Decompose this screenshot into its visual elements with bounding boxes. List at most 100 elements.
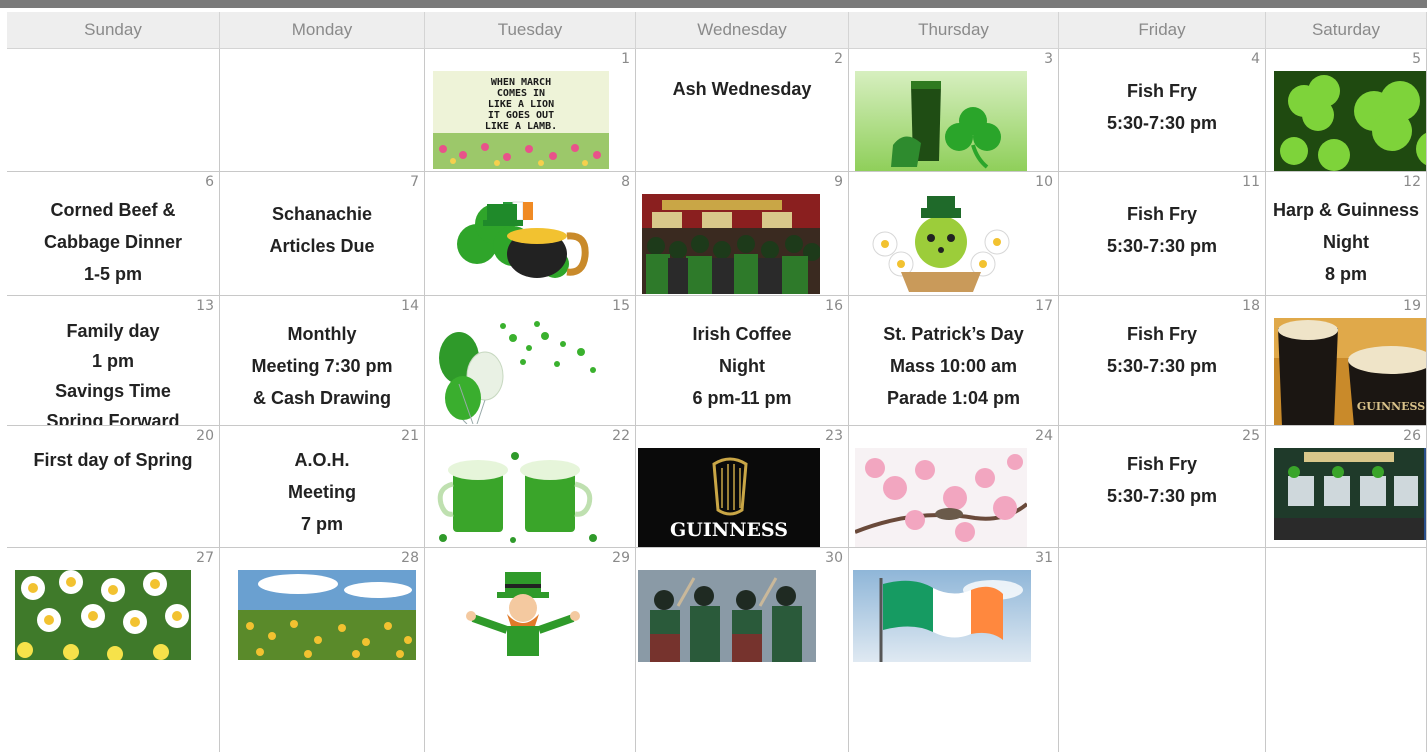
day-number: 27: [196, 550, 214, 566]
day-cell-9[interactable]: 9: [636, 172, 849, 296]
day-cell-12[interactable]: 12 Harp & Guinness Night 8 pm: [1266, 172, 1427, 296]
leprechaun-image: [463, 570, 583, 662]
event-st-patricks-day: St. Patrick’s Day Mass 10:00 am Parade 1…: [849, 318, 1058, 414]
day-cell-empty: [1266, 548, 1427, 752]
day-cell-11[interactable]: 11 Fish Fry 5:30-7:30 pm: [1059, 172, 1266, 296]
day-number: 29: [612, 550, 630, 566]
event-monthly-meeting: Monthly Meeting 7:30 pm & Cash Drawing: [220, 318, 424, 414]
poster-line-1: WHEN MARCH: [491, 77, 551, 88]
day-number: 28: [401, 550, 419, 566]
daffodils-image: [15, 570, 191, 660]
temple-bar-crowd-image: [642, 194, 820, 294]
event-corned-beef-dinner: Corned Beef & Cabbage Dinner 1-5 pm: [7, 194, 219, 290]
day-cell-15[interactable]: 15: [425, 296, 636, 426]
day-number: 9: [834, 174, 843, 190]
day-cell-4[interactable]: 4 Fish Fry 5:30-7:30 pm: [1059, 49, 1266, 172]
event-line: Savings Time: [55, 381, 171, 401]
day-cell-16[interactable]: 16 Irish Coffee Night 6 pm-11 pm: [636, 296, 849, 426]
day-cell-26[interactable]: 26: [1266, 426, 1427, 548]
day-cell-31[interactable]: 31: [849, 548, 1059, 752]
day-number: 7: [410, 174, 419, 190]
event-line: Articles Due: [269, 236, 375, 256]
day-number: 5: [1412, 51, 1421, 67]
day-number: 10: [1035, 174, 1053, 190]
day-cell-17[interactable]: 17 St. Patrick’s Day Mass 10:00 am Parad…: [849, 296, 1059, 426]
day-number: 21: [401, 428, 419, 444]
event-fish-fry: Fish Fry 5:30-7:30 pm: [1059, 318, 1265, 382]
event-line: 1 pm: [91, 351, 134, 371]
day-cell-1[interactable]: 1 WHEN MARCH COMES IN LIKE A LION IT GOE…: [425, 49, 636, 172]
event-line: 5:30-7:30 pm: [1106, 356, 1218, 376]
event-line: Fish Fry: [1126, 454, 1197, 474]
guinness-brand-text: GUINNESS: [670, 519, 788, 541]
day-cell-30[interactable]: 30: [636, 548, 849, 752]
event-line: 6 pm-11 pm: [692, 388, 792, 408]
poster-line-5: LIKE A LAMB.: [485, 121, 557, 132]
event-line: Schanachie: [271, 204, 373, 224]
event-line: A.O.H.: [294, 450, 350, 470]
day-number: 17: [1035, 298, 1053, 314]
event-line: Ash Wednesday: [672, 79, 812, 99]
poster-line-3: LIKE A LION: [488, 99, 554, 110]
event-line: Irish Coffee: [692, 324, 792, 344]
header-monday: Monday: [220, 12, 425, 49]
header-tuesday: Tuesday: [425, 12, 636, 49]
day-cell-5[interactable]: 5: [1266, 49, 1427, 172]
day-cell-22[interactable]: 22: [425, 426, 636, 548]
event-harp-guinness-night: Harp & Guinness Night 8 pm: [1266, 194, 1426, 290]
event-line: Meeting: [287, 482, 356, 502]
day-cell-empty: [1059, 548, 1266, 752]
day-cell-28[interactable]: 28: [220, 548, 425, 752]
event-line: Fish Fry: [1126, 324, 1197, 344]
day-cell-18[interactable]: 18 Fish Fry 5:30-7:30 pm: [1059, 296, 1266, 426]
top-border: [0, 0, 1427, 8]
day-number: 26: [1403, 428, 1421, 444]
day-number: 25: [1242, 428, 1260, 444]
guinness-logo-image: GUINNESS: [638, 448, 820, 547]
event-line: & Cash Drawing: [252, 388, 392, 408]
day-cell-10[interactable]: 10: [849, 172, 1059, 296]
day-number: 16: [825, 298, 843, 314]
day-cell-25[interactable]: 25 Fish Fry 5:30-7:30 pm: [1059, 426, 1266, 548]
pot-of-gold-shamrock-image: [447, 194, 597, 292]
event-first-day-of-spring: First day of Spring: [7, 444, 219, 476]
day-cell-7[interactable]: 7 Schanachie Articles Due: [220, 172, 425, 296]
march-lion-lamb-image: WHEN MARCH COMES IN LIKE A LION IT GOES …: [433, 71, 609, 169]
day-cell-23[interactable]: 23 GUINNESS: [636, 426, 849, 548]
day-cell-2[interactable]: 2 Ash Wednesday: [636, 49, 849, 172]
poster-line-2: COMES IN: [497, 88, 545, 99]
header-saturday: Saturday: [1266, 12, 1427, 49]
day-cell-21[interactable]: 21 A.O.H. Meeting 7 pm: [220, 426, 425, 548]
day-cell-13[interactable]: 13 Family day 1 pm Savings Time Spring F…: [7, 296, 220, 426]
event-line: 1-5 pm: [83, 264, 143, 284]
flower-basket-image: [855, 194, 1027, 292]
cherry-blossom-image: [855, 448, 1027, 547]
day-cell-19[interactable]: 19 GUINNESS: [1266, 296, 1427, 426]
event-fish-fry: Fish Fry 5:30-7:30 pm: [1059, 198, 1265, 262]
day-cell-27[interactable]: 27: [7, 548, 220, 752]
day-cell-14[interactable]: 14 Monthly Meeting 7:30 pm & Cash Drawin…: [220, 296, 425, 426]
event-fish-fry: Fish Fry 5:30-7:30 pm: [1059, 448, 1265, 512]
day-number: 13: [196, 298, 214, 314]
day-cell-6[interactable]: 6 Corned Beef & Cabbage Dinner 1-5 pm: [7, 172, 220, 296]
event-line: Mass 10:00 am: [889, 356, 1018, 376]
clover-field-image: [1274, 71, 1426, 171]
header-sunday: Sunday: [7, 12, 220, 49]
day-cell-empty: [220, 49, 425, 172]
header-thursday: Thursday: [849, 12, 1059, 49]
event-line: First day of Spring: [33, 450, 193, 470]
day-cell-20[interactable]: 20 First day of Spring: [7, 426, 220, 548]
day-cell-empty: [7, 49, 220, 172]
day-cell-3[interactable]: 3: [849, 49, 1059, 172]
day-number: 20: [196, 428, 214, 444]
event-line: Night: [1323, 232, 1369, 252]
green-beer-mugs-image: [433, 448, 603, 546]
day-cell-29[interactable]: 29: [425, 548, 636, 752]
day-cell-8[interactable]: 8: [425, 172, 636, 296]
event-line: 5:30-7:30 pm: [1106, 236, 1218, 256]
glass-brand-text: GUINNESS: [1357, 400, 1425, 413]
event-ash-wednesday: Ash Wednesday: [636, 73, 848, 105]
guinness-pints-image: GUINNESS: [1274, 318, 1426, 425]
event-irish-coffee-night: Irish Coffee Night 6 pm-11 pm: [636, 318, 848, 414]
day-cell-24[interactable]: 24: [849, 426, 1059, 548]
